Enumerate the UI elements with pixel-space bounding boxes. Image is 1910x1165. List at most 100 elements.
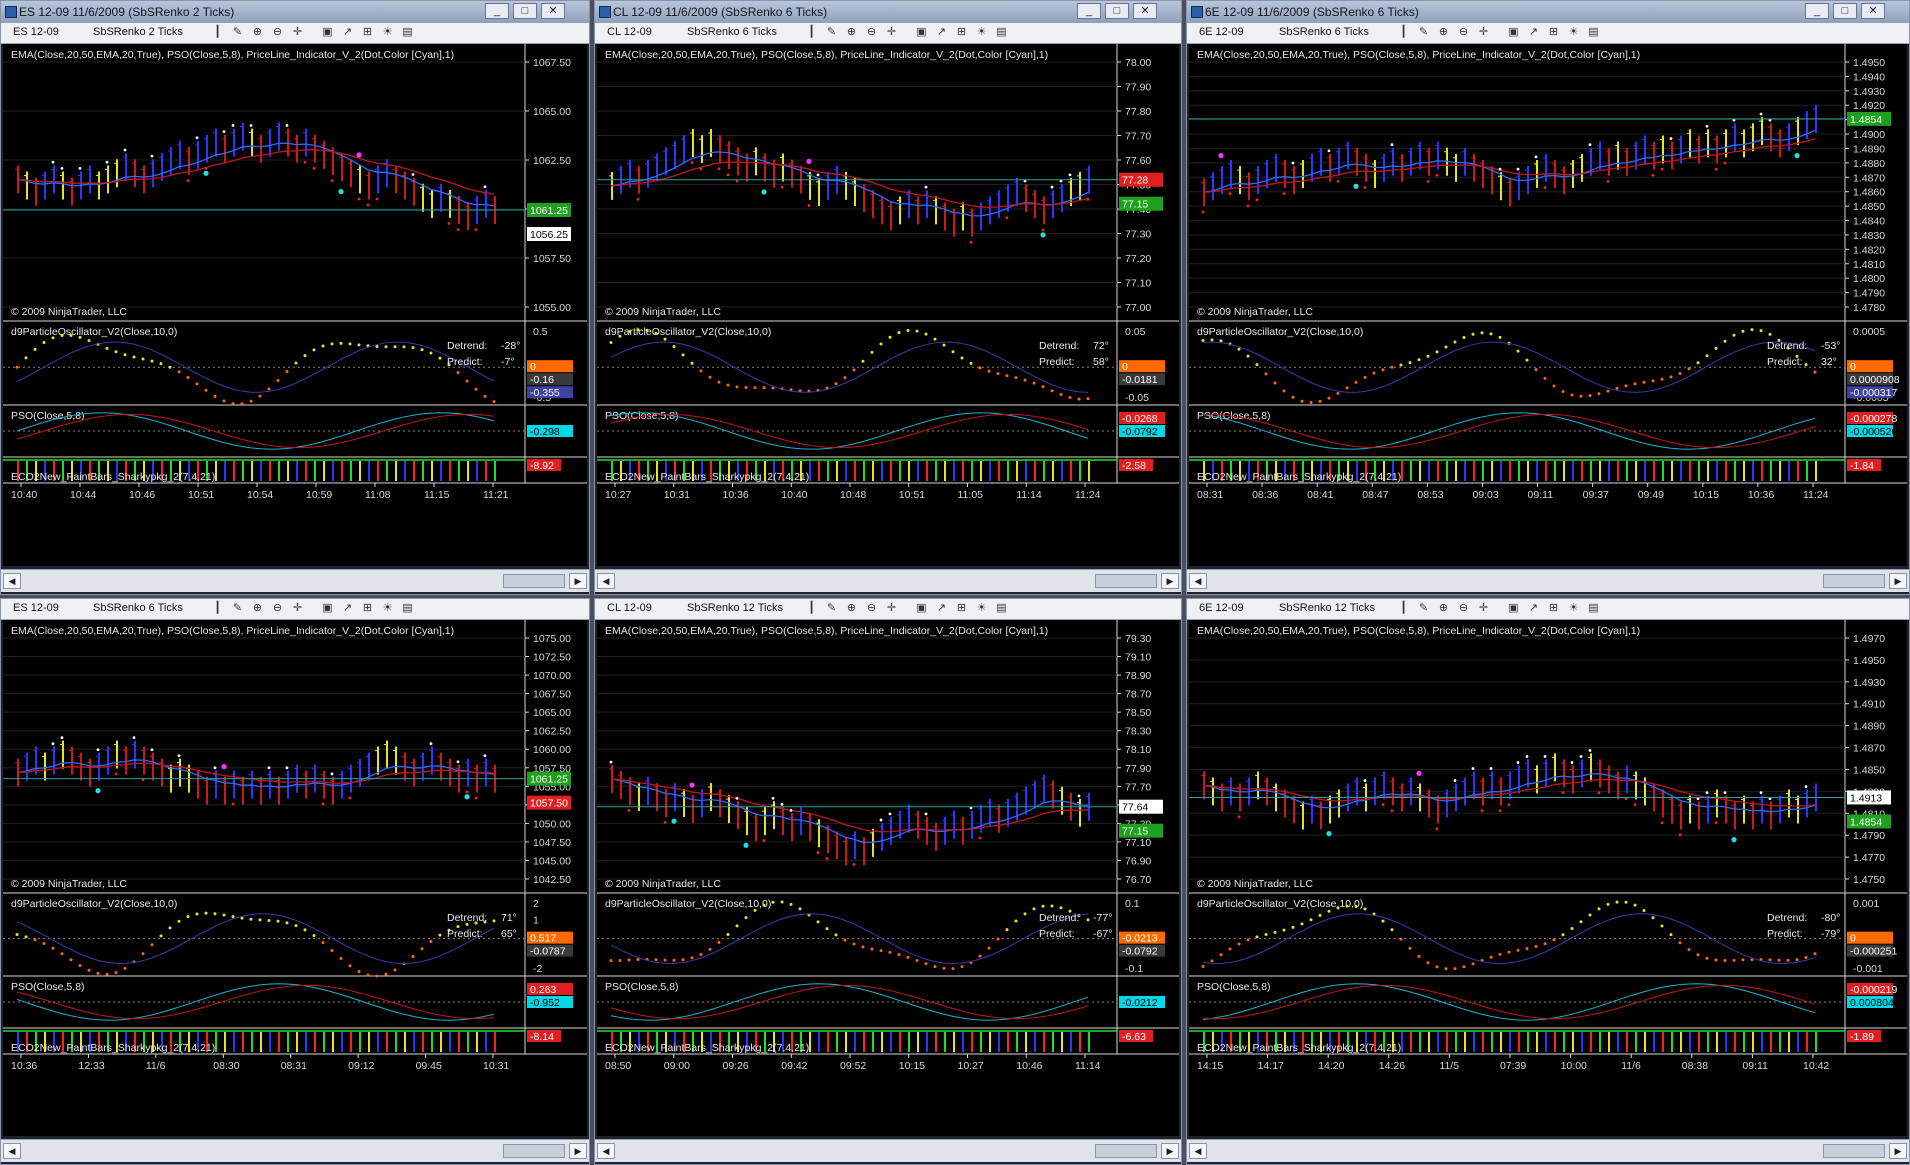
chart-trader-icon[interactable]: ⊞ bbox=[1547, 602, 1560, 615]
period-selector[interactable]: SbSRenko 12 Ticks bbox=[1279, 602, 1375, 614]
zoom-out-icon[interactable]: ⊖ bbox=[865, 602, 878, 615]
alert-icon[interactable]: ☀ bbox=[1567, 602, 1580, 615]
draw-tool-icon[interactable]: ✎ bbox=[825, 26, 838, 39]
alert-icon[interactable]: ☀ bbox=[1567, 26, 1580, 39]
period-selector[interactable]: SbSRenko 12 Ticks bbox=[687, 602, 783, 614]
zoom-in-icon[interactable]: ⊕ bbox=[1437, 26, 1450, 39]
scroll-left-button[interactable]: ◀ bbox=[1189, 1143, 1207, 1159]
strategy-icon[interactable]: ↗ bbox=[1527, 602, 1540, 615]
horizontal-scrollbar[interactable]: ◀ ▶ bbox=[1, 1139, 589, 1162]
properties-icon[interactable]: ▣ bbox=[321, 26, 334, 39]
scroll-right-button[interactable]: ▶ bbox=[569, 573, 587, 589]
strategy-icon[interactable]: ↗ bbox=[935, 26, 948, 39]
window-title-bar[interactable]: 6E 12-09 11/6/2009 (SbSRenko 6 Ticks) _ □ ✕ bbox=[1187, 1, 1909, 24]
strategy-icon[interactable]: ↗ bbox=[935, 602, 948, 615]
chart-window-cl-12ticks[interactable]: CL 12-09 SbSRenko 12 Ticks ┃ ✎ ⊕ ⊖ ✛ ▣ ↗ ⊞ ☀ ▤ EMA(C… bbox=[594, 598, 1182, 1165]
scroll-thumb[interactable] bbox=[503, 1144, 565, 1158]
horizontal-scrollbar[interactable]: ◀ ▶ bbox=[1187, 1139, 1909, 1162]
data-box-icon[interactable]: ▤ bbox=[1587, 602, 1600, 615]
properties-icon[interactable]: ▣ bbox=[321, 602, 334, 615]
data-box-icon[interactable]: ▤ bbox=[401, 26, 414, 39]
zoom-out-icon[interactable]: ⊖ bbox=[1457, 602, 1470, 615]
data-box-icon[interactable]: ▤ bbox=[995, 26, 1008, 39]
scroll-thumb[interactable] bbox=[1095, 574, 1157, 588]
chart-trader-icon[interactable]: ⊞ bbox=[955, 602, 968, 615]
chart-window-6e-12ticks[interactable]: 6E 12-09 SbSRenko 12 Ticks ┃ ✎ ⊕ ⊖ ✛ ▣ ↗ ⊞ ☀ ▤ EMA(C… bbox=[1186, 598, 1910, 1165]
alert-icon[interactable]: ☀ bbox=[975, 26, 988, 39]
chart-panel[interactable]: EMA(Close,20,50,EMA,20,True), PSO(Close,… bbox=[1189, 620, 1907, 1136]
data-box-icon[interactable]: ▤ bbox=[401, 602, 414, 615]
draw-tool-icon[interactable]: ✎ bbox=[1417, 602, 1430, 615]
horizontal-scrollbar[interactable]: ◀ ▶ bbox=[1187, 569, 1909, 592]
zoom-out-icon[interactable]: ⊖ bbox=[865, 26, 878, 39]
max-window-button[interactable]: □ bbox=[1105, 3, 1129, 19]
crosshair-icon[interactable]: ✛ bbox=[885, 602, 898, 615]
instrument-selector[interactable]: CL 12-09 bbox=[607, 26, 652, 38]
chart-panel[interactable]: EMA(Close,20,50,EMA,20,True), PSO(Close,… bbox=[597, 44, 1179, 566]
horizontal-scrollbar[interactable]: ◀ ▶ bbox=[1, 569, 589, 592]
draw-tool-icon[interactable]: ✎ bbox=[825, 602, 838, 615]
alert-icon[interactable]: ☀ bbox=[381, 602, 394, 615]
horizontal-scrollbar[interactable]: ◀ ▶ bbox=[595, 1139, 1181, 1162]
chart-trader-icon[interactable]: ⊞ bbox=[361, 26, 374, 39]
zoom-in-icon[interactable]: ⊕ bbox=[251, 26, 264, 39]
scroll-right-button[interactable]: ▶ bbox=[1889, 1143, 1907, 1159]
instrument-selector[interactable]: 6E 12-09 bbox=[1199, 602, 1244, 614]
instrument-selector[interactable]: ES 12-09 bbox=[13, 26, 59, 38]
chart-panel[interactable]: EMA(Close,20,50,EMA,20,True), PSO(Close,… bbox=[1189, 44, 1907, 566]
chart-trader-icon[interactable]: ⊞ bbox=[955, 26, 968, 39]
zoom-out-icon[interactable]: ⊖ bbox=[271, 26, 284, 39]
scroll-thumb[interactable] bbox=[1095, 1144, 1157, 1158]
bar-type-icon[interactable]: ┃ bbox=[211, 26, 224, 39]
chart-panel[interactable]: EMA(Close,20,50,EMA,20,True), PSO(Close,… bbox=[3, 44, 587, 566]
scroll-thumb[interactable] bbox=[1823, 1144, 1885, 1158]
min-window-button[interactable]: _ bbox=[1077, 3, 1101, 19]
draw-tool-icon[interactable]: ✎ bbox=[231, 26, 244, 39]
bar-type-icon[interactable]: ┃ bbox=[1397, 26, 1410, 39]
close-window-button[interactable]: ✕ bbox=[1861, 3, 1885, 19]
period-selector[interactable]: SbSRenko 2 Ticks bbox=[93, 26, 183, 38]
properties-icon[interactable]: ▣ bbox=[1507, 602, 1520, 615]
properties-icon[interactable]: ▣ bbox=[915, 26, 928, 39]
zoom-in-icon[interactable]: ⊕ bbox=[251, 602, 264, 615]
data-box-icon[interactable]: ▤ bbox=[1587, 26, 1600, 39]
data-box-icon[interactable]: ▤ bbox=[995, 602, 1008, 615]
crosshair-icon[interactable]: ✛ bbox=[291, 26, 304, 39]
zoom-out-icon[interactable]: ⊖ bbox=[1457, 26, 1470, 39]
alert-icon[interactable]: ☀ bbox=[381, 26, 394, 39]
bar-type-icon[interactable]: ┃ bbox=[1397, 602, 1410, 615]
chart-trader-icon[interactable]: ⊞ bbox=[1547, 26, 1560, 39]
zoom-in-icon[interactable]: ⊕ bbox=[845, 26, 858, 39]
properties-icon[interactable]: ▣ bbox=[1507, 26, 1520, 39]
horizontal-scrollbar[interactable]: ◀ ▶ bbox=[595, 569, 1181, 592]
chart-trader-icon[interactable]: ⊞ bbox=[361, 602, 374, 615]
properties-icon[interactable]: ▣ bbox=[915, 602, 928, 615]
bar-type-icon[interactable]: ┃ bbox=[211, 602, 224, 615]
zoom-in-icon[interactable]: ⊕ bbox=[1437, 602, 1450, 615]
strategy-icon[interactable]: ↗ bbox=[341, 602, 354, 615]
window-title-bar[interactable]: CL 12-09 11/6/2009 (SbSRenko 6 Ticks) _ □ ✕ bbox=[595, 1, 1181, 24]
window-title-bar[interactable]: ES 12-09 11/6/2009 (SbSRenko 2 Ticks) _ □ ✕ bbox=[1, 1, 589, 24]
close-window-button[interactable]: ✕ bbox=[541, 3, 565, 19]
close-window-button[interactable]: ✕ bbox=[1133, 3, 1157, 19]
scroll-left-button[interactable]: ◀ bbox=[597, 1143, 615, 1159]
zoom-out-icon[interactable]: ⊖ bbox=[271, 602, 284, 615]
draw-tool-icon[interactable]: ✎ bbox=[231, 602, 244, 615]
scroll-right-button[interactable]: ▶ bbox=[1889, 573, 1907, 589]
bar-type-icon[interactable]: ┃ bbox=[805, 26, 818, 39]
period-selector[interactable]: SbSRenko 6 Ticks bbox=[93, 602, 183, 614]
scroll-thumb[interactable] bbox=[503, 574, 565, 588]
chart-window-cl-6ticks[interactable]: CL 12-09 11/6/2009 (SbSRenko 6 Ticks) _ □ ✕… bbox=[594, 0, 1182, 595]
zoom-in-icon[interactable]: ⊕ bbox=[845, 602, 858, 615]
crosshair-icon[interactable]: ✛ bbox=[885, 26, 898, 39]
scroll-right-button[interactable]: ▶ bbox=[569, 1143, 587, 1159]
scroll-right-button[interactable]: ▶ bbox=[1161, 1143, 1179, 1159]
instrument-selector[interactable]: ES 12-09 bbox=[13, 602, 59, 614]
alert-icon[interactable]: ☀ bbox=[975, 602, 988, 615]
min-window-button[interactable]: _ bbox=[485, 3, 509, 19]
scroll-left-button[interactable]: ◀ bbox=[3, 573, 21, 589]
max-window-button[interactable]: □ bbox=[513, 3, 537, 19]
instrument-selector[interactable]: 6E 12-09 bbox=[1199, 26, 1244, 38]
strategy-icon[interactable]: ↗ bbox=[341, 26, 354, 39]
draw-tool-icon[interactable]: ✎ bbox=[1417, 26, 1430, 39]
